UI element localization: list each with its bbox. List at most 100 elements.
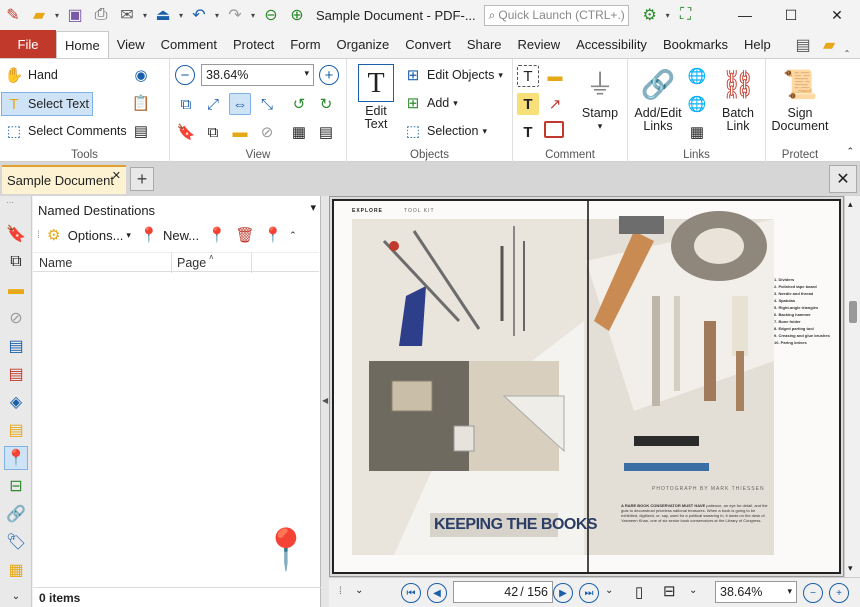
collapse-ribbon-arrow-icon[interactable]: ⌃ [846, 146, 854, 157]
document-tab[interactable]: Sample Document ✕ [2, 165, 126, 194]
document-view[interactable]: EXPLORE TOOL KIT KEEPING THE BOOKS PHOTO… [329, 196, 844, 577]
sticky-note-icon[interactable]: ▬ [544, 65, 566, 87]
scroll-up-icon[interactable]: ▴ [848, 199, 853, 210]
first-page-button[interactable]: ⏮ [401, 583, 421, 603]
qr-code-icon[interactable]: ▦ [686, 121, 708, 143]
edit-text-button[interactable]: T Edit Text [351, 64, 401, 131]
save-icon[interactable]: ▣ [62, 2, 88, 28]
tab-home[interactable]: Home [56, 31, 109, 58]
scan-destinations-icon[interactable]: 📍 [263, 225, 283, 245]
collapse-panel-icon[interactable]: ◀ [322, 396, 328, 405]
thumbnails-icon[interactable]: ⧉ [202, 121, 224, 143]
vertical-scrollbar[interactable]: ▴ ▾ [844, 196, 860, 577]
tab-form[interactable]: Form [282, 30, 328, 58]
fields-panel-icon[interactable]: ▦ [4, 558, 28, 582]
close-document-button[interactable]: ✕ [829, 165, 857, 193]
fit-visible-icon[interactable]: ⤡ [256, 93, 278, 115]
tab-convert[interactable]: Convert [397, 30, 459, 58]
continuous-page-icon[interactable]: ⊟ [663, 582, 676, 600]
tab-share[interactable]: Share [459, 30, 510, 58]
settings-icon[interactable]: ⚙ [637, 2, 663, 28]
close-tab-icon[interactable]: ✕ [112, 169, 121, 182]
undo-dropdown-icon[interactable]: ▾ [212, 11, 222, 20]
thumbnails-panel-icon[interactable]: ⧉ [4, 250, 28, 274]
status-overflow-icon[interactable]: ⌄ [355, 585, 363, 596]
tab-help[interactable]: Help [736, 30, 779, 58]
collapse-ribbon-icon[interactable]: ⌃ [842, 49, 852, 58]
more-panels-icon[interactable]: ⌄ [4, 584, 28, 607]
layers-icon[interactable]: ▦ [288, 121, 310, 143]
scrollbar-thumb[interactable] [849, 301, 857, 323]
scan-icon[interactable]: ⏏ [150, 2, 176, 28]
tab-protect[interactable]: Protect [225, 30, 282, 58]
print-icon[interactable]: ⎙ [88, 2, 114, 28]
web-link-add-icon[interactable]: 🌐 [686, 65, 708, 87]
undo-icon[interactable]: ↶ [186, 2, 212, 28]
next-page-button[interactable]: ▶ [553, 583, 573, 603]
tab-accessibility[interactable]: Accessibility [568, 30, 655, 58]
maximize-button[interactable]: ☐ [768, 0, 814, 30]
sign-document-button[interactable]: 📜 Sign Document [769, 64, 831, 133]
new-tab-button[interactable]: + [130, 167, 154, 191]
fullscreen-icon[interactable]: ⛶ [673, 2, 699, 28]
tab-file[interactable]: File [0, 30, 56, 58]
last-page-button[interactable]: ⏭ [579, 583, 599, 603]
panel-splitter[interactable]: ◀ [321, 196, 329, 607]
minimize-button[interactable]: — [722, 0, 768, 30]
properties-icon[interactable]: ▤ [315, 121, 337, 143]
tab-bookmarks[interactable]: Bookmarks [655, 30, 736, 58]
comments-icon[interactable]: ▬ [229, 121, 251, 143]
tags-panel-icon[interactable]: 🏷 [4, 530, 28, 554]
comments-panel-icon[interactable]: ▬ [4, 278, 28, 302]
textbox-icon[interactable]: T [517, 93, 539, 115]
attachments-panel-icon[interactable]: ⊘ [4, 306, 28, 330]
single-page-icon[interactable]: ▯ [635, 583, 643, 601]
stamp-button[interactable]: ⏚ Stamp ▾ [575, 64, 625, 133]
open-folder-icon[interactable]: ▰ [26, 2, 52, 28]
document-panel-icon[interactable]: ▤ [4, 334, 28, 358]
delete-icon[interactable]: 🗑 [235, 225, 255, 245]
set-destination-icon[interactable]: 📍 [207, 225, 227, 245]
previous-page-button[interactable]: ◀ [427, 583, 447, 603]
page-number-input[interactable]: 42 / 156 [453, 581, 553, 603]
forward-icon[interactable]: ⊕ [284, 2, 310, 28]
toolbar-overflow-icon[interactable]: ⌃ [289, 230, 297, 241]
attachments-icon[interactable]: ⊘ [256, 121, 278, 143]
zoom-select[interactable]: 38.64% ▾ [201, 64, 314, 86]
status-zoom-in-button[interactable]: + [829, 583, 849, 603]
signatures-panel-icon[interactable]: ▤ [4, 362, 28, 386]
tab-comment[interactable]: Comment [153, 30, 225, 58]
tab-view[interactable]: View [109, 30, 153, 58]
settings-dropdown-icon[interactable]: ▾ [663, 11, 673, 20]
select-text-button[interactable]: T Select Text [1, 92, 93, 116]
fit-page-icon[interactable]: ⤢ [202, 93, 224, 115]
text-icon[interactable]: T [517, 121, 539, 143]
clipboard-icon[interactable]: 📋 [130, 92, 152, 114]
tab-review[interactable]: Review [510, 30, 569, 58]
fit-width-icon[interactable]: ⇔ [229, 93, 251, 115]
status-overflow-2-icon[interactable]: ⌄ [605, 585, 613, 596]
options-button[interactable]: ⚙ Options... ▾ [44, 225, 131, 245]
web-link-remove-icon[interactable]: 🌐 [686, 93, 708, 115]
edit-objects-button[interactable]: ⊞ Edit Objects ▾ [403, 65, 503, 85]
add-edit-links-button[interactable]: 🔗 Add/Edit Links [631, 64, 685, 133]
snapshot-icon[interactable]: ◉ [130, 64, 152, 86]
bookmark-icon[interactable]: 🔖 [175, 121, 197, 143]
select-comments-button[interactable]: ⬚ Select Comments [4, 121, 127, 141]
email-dropdown-icon[interactable]: ▾ [140, 11, 150, 20]
redo-icon[interactable]: ↷ [222, 2, 248, 28]
pdf-page-spread[interactable]: EXPLORE TOOL KIT KEEPING THE BOOKS PHOTO… [332, 199, 841, 574]
batch-link-button[interactable]: ⛓ Batch Link [712, 64, 764, 133]
scroll-down-icon[interactable]: ▾ [848, 563, 853, 574]
open-dropdown-icon[interactable]: ▾ [52, 11, 62, 20]
layout-overflow-icon[interactable]: ⌄ [689, 585, 697, 596]
document-properties-icon[interactable]: ▤ [130, 120, 152, 142]
ribbon-options-icon[interactable]: ▤ [790, 32, 816, 58]
add-button[interactable]: ⊞ Add ▾ [403, 93, 458, 113]
zoom-out-icon[interactable]: − [175, 65, 195, 85]
zoom-in-icon[interactable]: + [319, 65, 339, 85]
structure-panel-icon[interactable]: ⊟ [4, 474, 28, 498]
column-name-header[interactable]: Name [39, 256, 72, 270]
app-logo-icon[interactable]: ✎ [0, 2, 26, 28]
quick-launch-input[interactable]: ⌕ Quick Launch (CTRL+.) [483, 4, 629, 26]
